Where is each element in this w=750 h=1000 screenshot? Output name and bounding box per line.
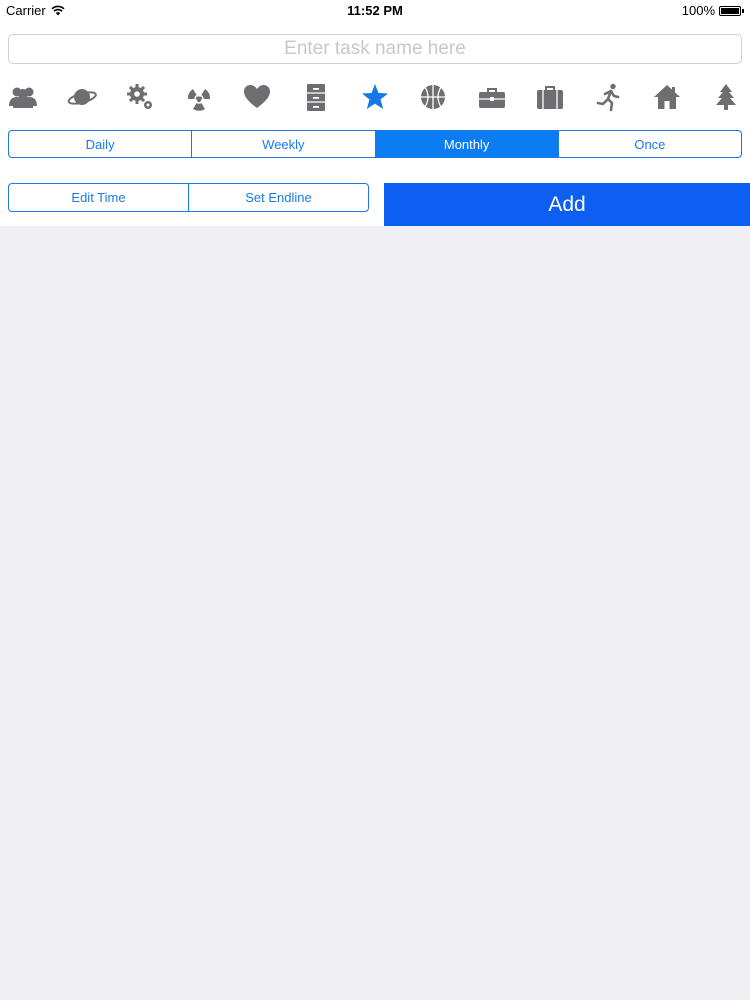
once-option[interactable]: Once xyxy=(557,131,741,157)
heart-icon[interactable] xyxy=(238,78,276,116)
edit-time-button[interactable]: Edit Time xyxy=(9,184,188,211)
tree-icon[interactable] xyxy=(707,78,745,116)
time-segmented-control: Edit Time Set Endline xyxy=(8,183,369,212)
top-panel: Carrier 11:52 PM 100% Enter task name he… xyxy=(0,0,750,226)
suitcase-icon[interactable] xyxy=(531,78,569,116)
status-bar: Carrier 11:52 PM 100% xyxy=(0,0,750,20)
battery-percent: 100% xyxy=(681,3,715,18)
set-endline-button[interactable]: Set Endline xyxy=(188,184,368,211)
daily-option[interactable]: Daily xyxy=(9,131,191,157)
star-icon[interactable] xyxy=(356,78,394,116)
battery-icon xyxy=(719,5,741,16)
toolbox-icon[interactable] xyxy=(473,78,511,116)
gears-icon[interactable] xyxy=(121,78,159,116)
house-icon[interactable] xyxy=(648,78,686,116)
basketball-icon[interactable] xyxy=(414,78,452,116)
clock: 11:52 PM xyxy=(347,3,403,18)
radiation-icon[interactable] xyxy=(180,78,218,116)
add-button[interactable]: Add xyxy=(384,183,750,226)
category-icon-row xyxy=(0,78,750,116)
people-icon[interactable] xyxy=(4,78,42,116)
monthly-option[interactable]: Monthly xyxy=(374,131,558,157)
frequency-segmented-control: Daily Weekly Monthly Once xyxy=(8,130,742,158)
battery-group: 100% xyxy=(682,3,744,18)
cabinet-icon[interactable] xyxy=(297,78,335,116)
runner-icon[interactable] xyxy=(590,78,628,116)
planet-icon[interactable] xyxy=(63,78,101,116)
weekly-option[interactable]: Weekly xyxy=(191,131,374,157)
task-name-input[interactable] xyxy=(8,34,742,64)
